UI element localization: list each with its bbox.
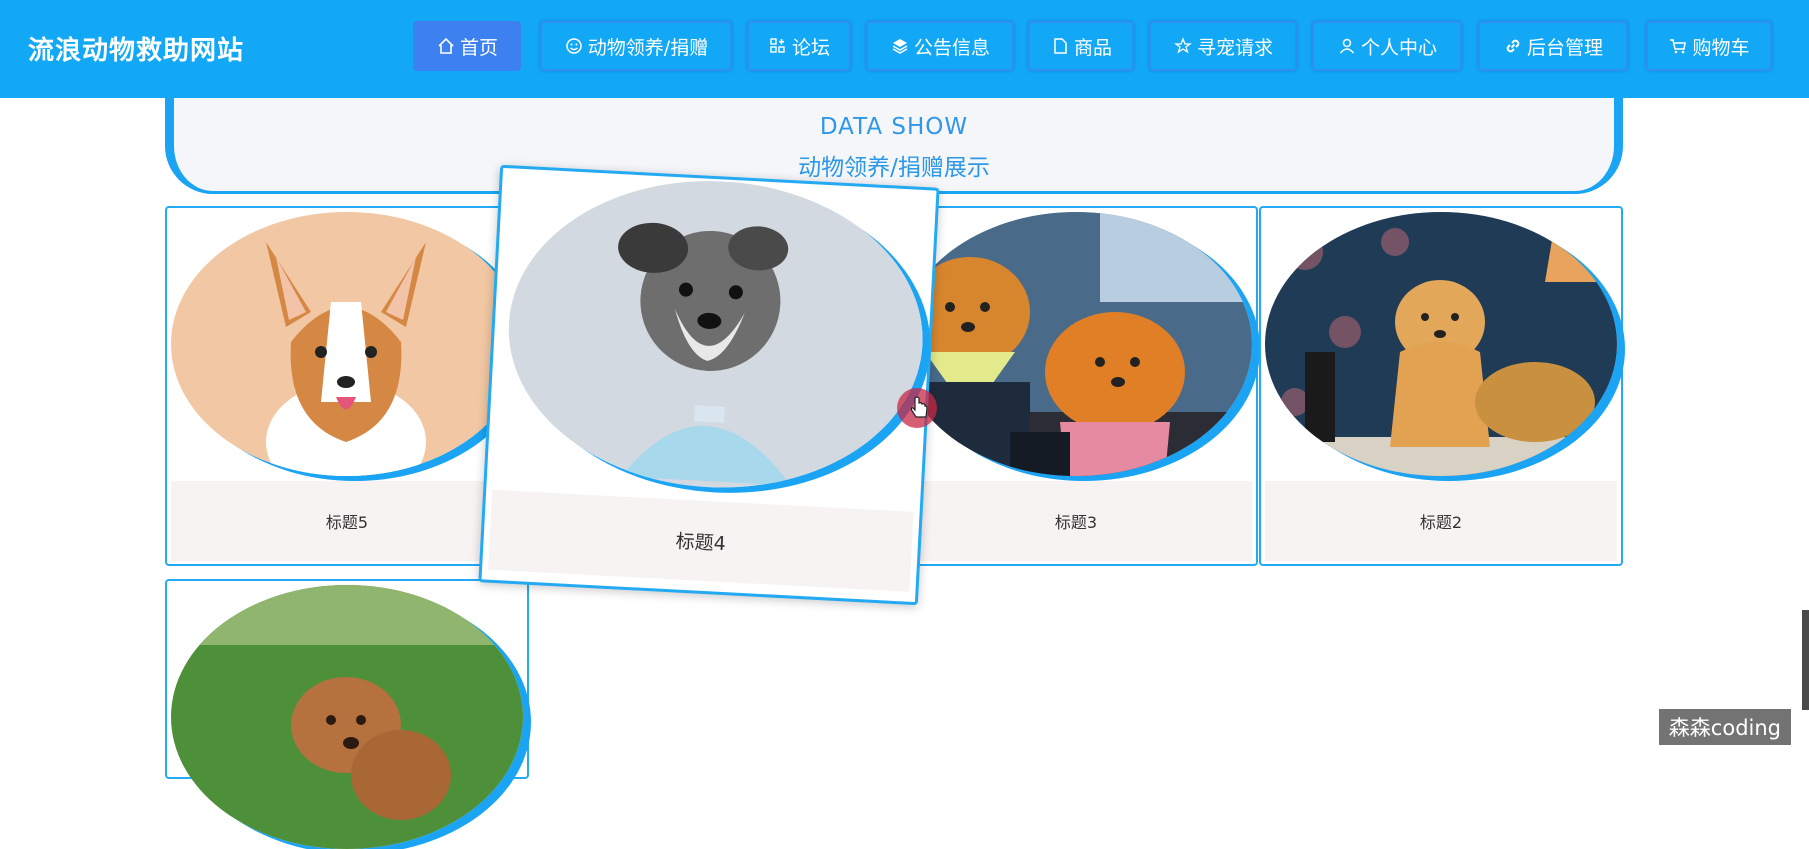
nav-adopt-donate[interactable]: 动物领养/捐赠 <box>540 21 732 71</box>
hand-pointer-icon <box>910 396 928 418</box>
cart-icon <box>1668 36 1688 56</box>
mouse-cursor <box>897 388 937 428</box>
section-title-en: DATA SHOW <box>819 114 969 140</box>
nav-label: 后台管理 <box>1526 36 1603 59</box>
link-icon <box>1503 36 1523 56</box>
nav-goods[interactable]: 商品 <box>1028 21 1134 71</box>
animal-photo-puppy <box>1265 212 1617 476</box>
nav-label: 论坛 <box>791 36 830 59</box>
user-icon <box>1337 36 1357 56</box>
goods-icon <box>1050 36 1070 56</box>
nav-label: 购物车 <box>1692 36 1750 59</box>
card-title: 标题2 <box>1265 481 1617 561</box>
nav-label: 寻宠请求 <box>1196 36 1273 59</box>
section-title-banner: DATA SHOW 动物领养/捐赠展示 <box>165 98 1623 194</box>
card-title: 标题5 <box>171 481 523 561</box>
animal-photo-schnauzer <box>500 170 931 498</box>
animal-card[interactable] <box>165 579 529 849</box>
smile-icon <box>564 36 584 56</box>
forum-icon <box>768 36 788 56</box>
nav-cart[interactable]: 购物车 <box>1646 21 1772 71</box>
animal-card[interactable]: 标题5 <box>165 206 529 566</box>
scrollbar-edge[interactable] <box>1802 610 1809 710</box>
nav-home[interactable]: 首页 <box>413 21 521 71</box>
nav-admin[interactable]: 后台管理 <box>1478 21 1628 71</box>
star-icon <box>1173 36 1193 56</box>
nav-pet-search[interactable]: 寻宠请求 <box>1149 21 1297 71</box>
animal-photo-poodle <box>171 585 523 849</box>
top-navigation-bar: 流浪动物救助网站 首页 动物领养/捐赠 论坛 公告信息 商品 寻宠请求 个人中心… <box>0 0 1809 98</box>
card-title: 标题3 <box>900 481 1252 561</box>
nav-label: 商品 <box>1073 36 1112 59</box>
card-title: 标题4 <box>488 489 914 592</box>
nav-label: 个人中心 <box>1360 36 1437 59</box>
nav-personal-center[interactable]: 个人中心 <box>1312 21 1462 71</box>
animal-photo-corgi <box>171 212 523 476</box>
animal-card[interactable]: 标题4 <box>478 164 940 606</box>
video-watermark: 森森coding <box>1658 709 1791 745</box>
nav-forum[interactable]: 论坛 <box>747 21 851 71</box>
layers-icon <box>890 36 910 56</box>
animal-card[interactable]: 标题2 <box>1259 206 1623 566</box>
site-title[interactable]: 流浪动物救助网站 <box>28 30 244 67</box>
nav-announcements[interactable]: 公告信息 <box>866 21 1014 71</box>
animal-card[interactable]: 标题3 <box>894 206 1258 566</box>
section-title-cn: 动物领养/捐赠展示 <box>798 155 990 181</box>
home-icon <box>436 36 456 56</box>
nav-label: 首页 <box>459 36 498 59</box>
animal-photo-pomeranians <box>900 212 1252 476</box>
nav-label: 公告信息 <box>913 36 990 59</box>
nav-label: 动物领养/捐赠 <box>587 36 709 59</box>
